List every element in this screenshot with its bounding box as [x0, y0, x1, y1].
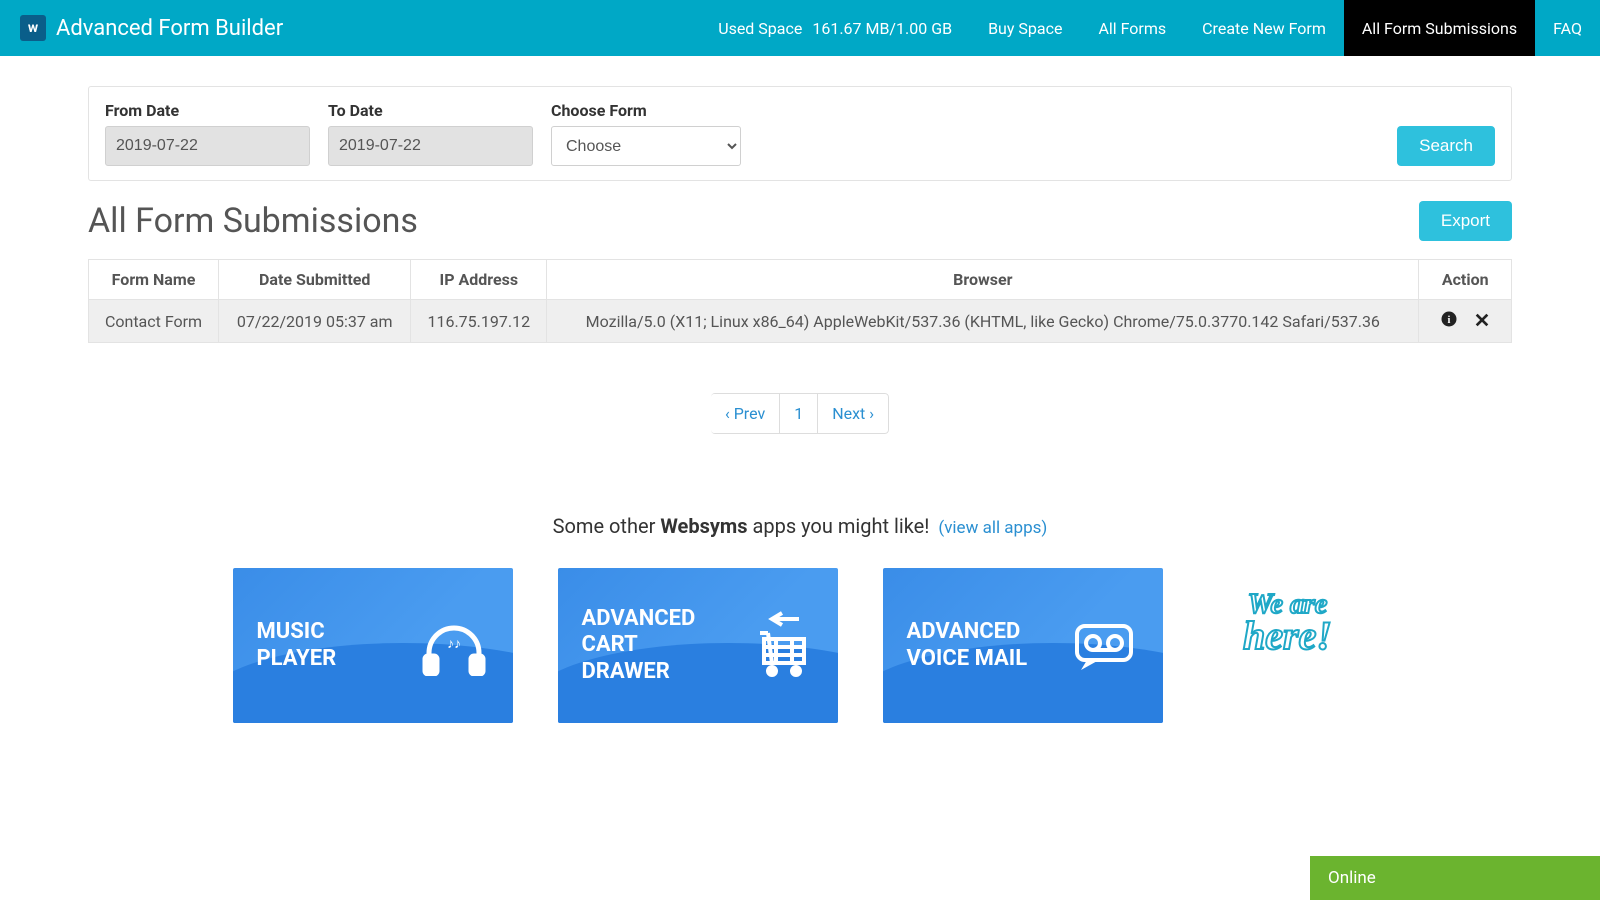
headphones-icon: ♪♪ [419, 616, 489, 676]
col-date: Date Submitted [219, 260, 411, 300]
promo-card-music-player[interactable]: MUSIC PLAYER ♪♪ [233, 568, 513, 723]
chat-widget[interactable]: Online [1310, 856, 1600, 900]
promo-brand: Websyms [660, 514, 747, 538]
card-label: MUSIC PLAYER [257, 619, 337, 672]
view-all-apps-link[interactable]: (view all apps) [938, 518, 1047, 538]
promo-card-cart-drawer[interactable]: ADVANCED CART DRAWER [558, 568, 838, 723]
pager-page-1[interactable]: 1 [779, 393, 818, 434]
from-date-input[interactable] [105, 126, 310, 166]
pagination: ‹ Prev 1 Next › [88, 393, 1512, 434]
choose-form-label: Choose Form [551, 101, 741, 120]
nav-all-submissions[interactable]: All Form Submissions [1344, 0, 1535, 56]
we-are-here-badge: We are here! [1208, 568, 1368, 678]
nav-create-form[interactable]: Create New Form [1184, 0, 1344, 56]
choose-form-select[interactable]: Choose [551, 126, 741, 166]
submissions-table: Form Name Date Submitted IP Address Brow… [88, 259, 1512, 343]
cell-ip: 116.75.197.12 [411, 300, 547, 343]
col-action: Action [1419, 260, 1512, 300]
nav-buy-space[interactable]: Buy Space [970, 0, 1080, 56]
nav-faq[interactable]: FAQ [1535, 0, 1600, 56]
top-nav: Used Space 161.67 MB/1.00 GB Buy Space A… [700, 0, 1600, 56]
col-browser: Browser [547, 260, 1419, 300]
filter-panel: From Date To Date Choose Form Choose Sea… [88, 86, 1512, 181]
nav-all-forms[interactable]: All Forms [1080, 0, 1184, 56]
chat-status: Online [1328, 868, 1376, 888]
col-form-name: Form Name [89, 260, 219, 300]
to-date-label: To Date [328, 101, 533, 120]
used-space-value: 161.67 MB/1.00 GB [812, 19, 952, 38]
from-date-label: From Date [105, 101, 310, 120]
pager-next[interactable]: Next › [817, 393, 889, 434]
to-date-input[interactable] [328, 126, 533, 166]
promo-prefix: Some other [553, 514, 661, 538]
info-icon[interactable]: i [1440, 310, 1458, 328]
svg-text:i: i [1448, 315, 1451, 326]
promo-suffix: apps you might like! [748, 514, 935, 538]
table-row: Contact Form 07/22/2019 05:37 am 116.75.… [89, 300, 1512, 343]
used-space-label: Used Space 161.67 MB/1.00 GB [700, 0, 970, 56]
svg-text:♪♪: ♪♪ [447, 636, 461, 652]
brand-logo-icon: w [20, 15, 46, 41]
col-ip: IP Address [411, 260, 547, 300]
cell-action: i [1419, 300, 1512, 343]
promo-cards: MUSIC PLAYER ♪♪ ADVANCED CART DRAWER [88, 568, 1512, 723]
cell-form-name: Contact Form [89, 300, 219, 343]
here-line2: here! [1243, 613, 1332, 658]
card-label: ADVANCED CART DRAWER [582, 606, 696, 685]
cart-icon [754, 611, 814, 681]
brand[interactable]: w Advanced Form Builder [20, 15, 283, 41]
cell-date: 07/22/2019 05:37 am [219, 300, 411, 343]
promo-section: Some other Websyms apps you might like! … [88, 514, 1512, 538]
page-title: All Form Submissions [88, 201, 418, 241]
delete-icon[interactable] [1474, 312, 1490, 328]
export-button[interactable]: Export [1419, 201, 1512, 241]
topbar: w Advanced Form Builder Used Space 161.6… [0, 0, 1600, 56]
search-button[interactable]: Search [1397, 126, 1495, 166]
cell-browser: Mozilla/5.0 (X11; Linux x86_64) AppleWeb… [547, 300, 1419, 343]
voicemail-icon [1069, 616, 1139, 676]
promo-card-voice-mail[interactable]: ADVANCED VOICE MAIL [883, 568, 1163, 723]
pager-prev[interactable]: ‹ Prev [711, 393, 780, 434]
brand-title: Advanced Form Builder [56, 16, 283, 41]
card-label: ADVANCED VOICE MAIL [907, 619, 1028, 672]
